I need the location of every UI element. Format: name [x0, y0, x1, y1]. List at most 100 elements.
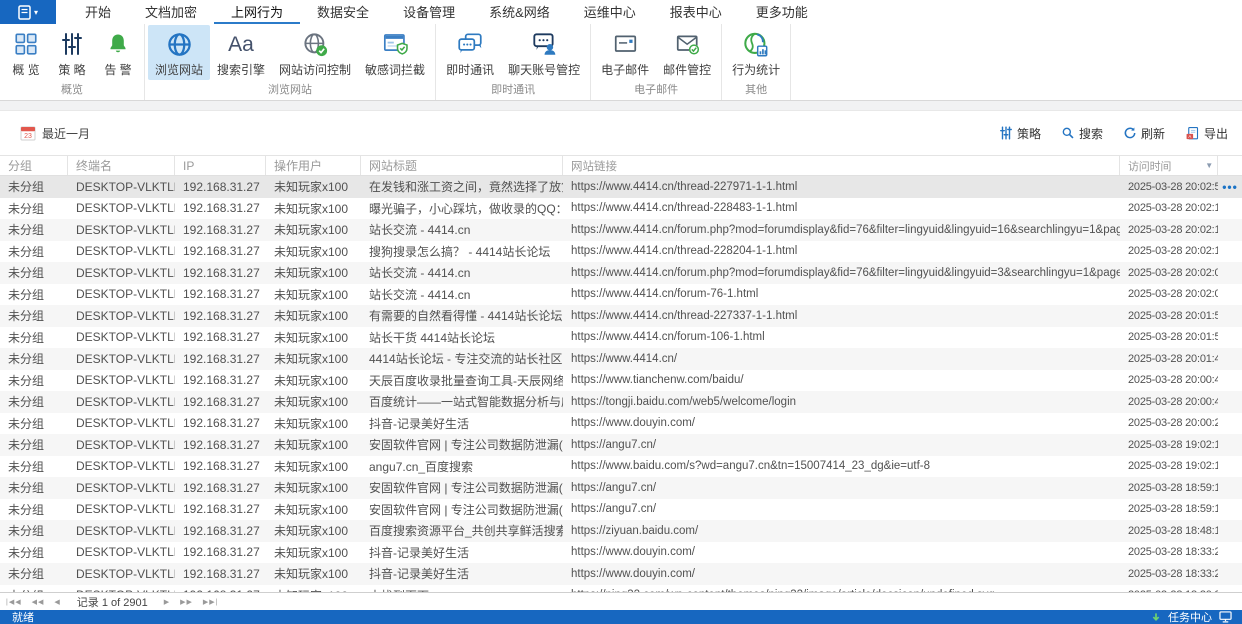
cell-terminal: DESKTOP-VLKTLE1 — [76, 459, 175, 474]
tab-ops-center[interactable]: 运维中心 — [567, 0, 653, 24]
cell-user: 未知玩家x100 — [274, 223, 349, 238]
cell-user: 未知玩家x100 — [274, 352, 349, 367]
table-row[interactable]: 未分组 DESKTOP-VLKTLE1 192.168.31.27 未知玩家x1… — [0, 455, 1242, 477]
next-record-button[interactable]: ▶ — [164, 598, 170, 606]
cell-terminal: DESKTOP-VLKTLE1 — [76, 351, 175, 366]
cell-user: 未知玩家x100 — [274, 416, 349, 431]
column-header-terminal[interactable]: 终端名 — [68, 156, 175, 175]
tab-device-management[interactable]: 设备管理 — [386, 0, 472, 24]
column-header-time[interactable]: 访问时间 ▼ — [1120, 156, 1218, 175]
date-range-selector[interactable]: 23 最近一月 — [20, 125, 90, 142]
tab-more-features[interactable]: 更多功能 — [739, 0, 825, 24]
table-row[interactable]: 未分组 DESKTOP-VLKTLE1 192.168.31.27 未知玩家x1… — [0, 369, 1242, 391]
table-header: 分组 终端名 IP 操作用户 网站标题 网站链接 访问时间 ▼ — [0, 155, 1242, 176]
table-row[interactable]: 未分组 DESKTOP-VLKTLE1 192.168.31.27 未知玩家x1… — [0, 412, 1242, 434]
cell-title: 站长交流 - 4414.cn — [369, 266, 471, 281]
ribbon-group-browse: 浏览网站 Aa 搜索引擎 网站访问控制 敏感词拦截 浏览网站 — [145, 24, 437, 100]
cell-time: 2025-03-28 18:59:15 — [1128, 503, 1218, 516]
table-row[interactable]: 未分组 DESKTOP-VLKTLE1 192.168.31.27 未知玩家x1… — [0, 434, 1242, 456]
policy-button[interactable]: 策 略 — [49, 25, 95, 80]
prev-block-button[interactable]: ◀◀ — [32, 598, 45, 606]
browse-websites-button[interactable]: 浏览网站 — [148, 25, 211, 80]
filter-actions: 策略 搜索 刷新 A 导出 — [999, 125, 1228, 142]
tab-doc-encrypt[interactable]: 文档加密 — [128, 0, 214, 24]
next-block-button[interactable]: ▶▶ — [180, 598, 193, 606]
tab-system-network[interactable]: 系统&网络 — [472, 0, 567, 24]
table-row[interactable]: 未分组 DESKTOP-VLKTLE1 192.168.31.27 未知玩家x1… — [0, 498, 1242, 520]
cell-url: https://ziyuan.baidu.com/ — [571, 524, 699, 537]
cell-ip: 192.168.31.27 — [183, 480, 260, 495]
sensitive-word-block-icon — [382, 28, 409, 60]
tab-home[interactable]: 开始 — [68, 0, 128, 24]
app-menu-button[interactable]: ▾ — [0, 0, 56, 24]
cell-terminal: DESKTOP-VLKTLE1 — [76, 373, 175, 388]
tab-report-center[interactable]: 报表中心 — [653, 0, 739, 24]
search-action-button[interactable]: 搜索 — [1061, 125, 1103, 142]
row-actions-icon[interactable]: ••• — [1222, 180, 1238, 194]
column-header-title[interactable]: 网站标题 — [361, 156, 563, 175]
sensitive-word-block-button[interactable]: 敏感词拦截 — [358, 25, 432, 80]
cell-terminal: DESKTOP-VLKTLE1 — [76, 222, 175, 237]
overview-button[interactable]: 概 览 — [3, 25, 49, 80]
table-row[interactable]: 未分组 DESKTOP-VLKTLE1 192.168.31.27 未知玩家x1… — [0, 391, 1242, 413]
cell-title: 安固软件官网 | 专注公司数据防泄漏(DLP)，... — [369, 481, 563, 496]
table-row[interactable]: 未分组 DESKTOP-VLKTLE1 192.168.31.27 未知玩家x1… — [0, 219, 1242, 241]
table-row[interactable]: 未分组 DESKTOP-VLKTLE1 192.168.31.27 未知玩家x1… — [0, 563, 1242, 585]
tab-internet-behavior[interactable]: 上网行为 — [214, 0, 301, 24]
pagination-bar: |◀◀ ◀◀ ◀ 记录 1 of 2901 ▶ ▶▶ ▶▶| — [0, 592, 1242, 610]
table-row[interactable]: 未分组 DESKTOP-VLKTLE1 192.168.31.27 未知玩家x1… — [0, 283, 1242, 305]
cell-time: 2025-03-28 20:01:43 — [1128, 352, 1218, 365]
task-center-label: 任务中心 — [1168, 612, 1212, 624]
first-page-button[interactable]: |◀◀ — [6, 598, 22, 606]
site-access-control-button[interactable]: 网站访问控制 — [272, 25, 358, 80]
table-row[interactable]: 未分组 DESKTOP-VLKTLE1 192.168.31.27 未知玩家x1… — [0, 197, 1242, 219]
table-row[interactable]: 未分组 DESKTOP-VLKTLE1 192.168.31.27 未知玩家x1… — [0, 176, 1242, 198]
cell-group: 未分组 — [8, 545, 45, 560]
instant-message-button[interactable]: 即时通讯 — [439, 25, 501, 80]
column-header-group[interactable]: 分组 — [0, 156, 68, 175]
behavior-stats-button[interactable]: 行为统计 — [725, 25, 787, 80]
chat-account-control-button[interactable]: 聊天账号管控 — [501, 25, 587, 80]
column-header-user[interactable]: 操作用户 — [266, 156, 361, 175]
table-row[interactable]: 未分组 DESKTOP-VLKTLE1 192.168.31.27 未知玩家x1… — [0, 541, 1242, 563]
table-row[interactable]: 未分组 DESKTOP-VLKTLE1 192.168.31.27 未知玩家x1… — [0, 520, 1242, 542]
column-header-url[interactable]: 网站链接 — [563, 156, 1120, 175]
instant-message-icon — [456, 28, 484, 60]
cell-user: 未知玩家x100 — [274, 201, 349, 216]
policy-action-button[interactable]: 策略 — [999, 125, 1041, 142]
cell-terminal: DESKTOP-VLKTLE1 — [76, 437, 175, 452]
search-engine-button[interactable]: Aa 搜索引擎 — [210, 25, 272, 80]
email-button[interactable]: 电子邮件 — [594, 25, 656, 80]
group-label-browse: 浏览网站 — [268, 84, 313, 96]
group-label-overview: 概览 — [61, 84, 83, 96]
cell-title: 曝光骗子，小心踩坑，做收录的QQ：28462... — [369, 201, 563, 216]
cell-user: 未知玩家x100 — [274, 266, 349, 281]
filter-bar: 23 最近一月 策略 搜索 刷新 A 导出 — [0, 111, 1242, 155]
cell-ip: 192.168.31.27 — [183, 394, 260, 409]
tab-data-security[interactable]: 数据安全 — [300, 0, 386, 24]
table-row[interactable]: 未分组 DESKTOP-VLKTLE1 192.168.31.27 未知玩家x1… — [0, 348, 1242, 370]
cell-time: 2025-03-28 18:33:25 — [1128, 567, 1218, 580]
cell-user: 未知玩家x100 — [274, 180, 349, 195]
table-row[interactable]: 未分组 DESKTOP-VLKTLE1 192.168.31.27 未知玩家x1… — [0, 305, 1242, 327]
table-row[interactable]: 未分组 DESKTOP-VLKTLE1 192.168.31.27 未知玩家x1… — [0, 240, 1242, 262]
table-row[interactable]: 未分组 DESKTOP-VLKTLE1 192.168.31.27 未知玩家x1… — [0, 477, 1242, 499]
prev-record-button[interactable]: ◀ — [54, 598, 60, 606]
alert-button[interactable]: 告 警 — [95, 25, 141, 80]
cell-terminal: DESKTOP-VLKTLE1 — [76, 244, 175, 259]
table-row[interactable]: 未分组 DESKTOP-VLKTLE1 192.168.31.27 未知玩家x1… — [0, 262, 1242, 284]
cell-terminal: DESKTOP-VLKTLE1 — [76, 179, 175, 194]
table-row[interactable]: 未分组 DESKTOP-VLKTLE1 192.168.31.27 未知玩家x1… — [0, 326, 1242, 348]
cell-group: 未分组 — [8, 309, 45, 324]
table-row[interactable]: 未分组 DESKTOP-VLKTLE1 192.168.31.27 未知玩家x1… — [0, 584, 1242, 592]
last-page-button[interactable]: ▶▶| — [203, 598, 219, 606]
monitor-icon[interactable] — [1219, 611, 1232, 623]
refresh-action-button[interactable]: 刷新 — [1123, 125, 1165, 142]
mail-control-button[interactable]: 邮件管控 — [656, 25, 718, 80]
cell-ip: 192.168.31.27 — [183, 201, 260, 216]
time-filter-arrow-icon[interactable]: ▼ — [1205, 161, 1213, 170]
task-center-button[interactable]: 任务中心 — [1151, 609, 1232, 624]
column-header-ip[interactable]: IP — [175, 156, 266, 175]
export-action-button[interactable]: A 导出 — [1185, 125, 1228, 142]
cell-url: https://angu7.cn/ — [571, 438, 657, 451]
